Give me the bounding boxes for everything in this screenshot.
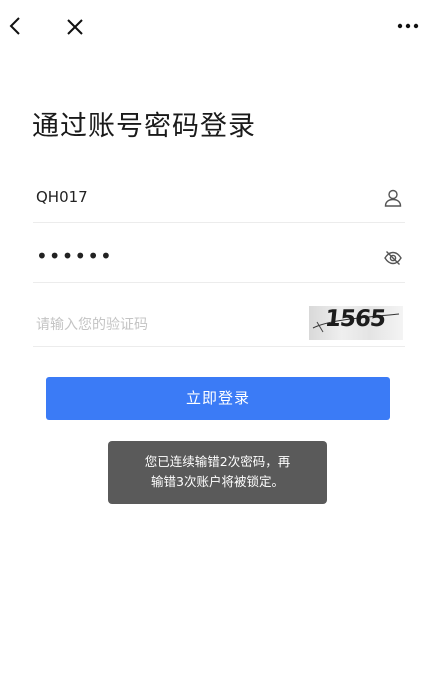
more-button[interactable] bbox=[396, 18, 422, 34]
login-button[interactable]: 立即登录 bbox=[46, 377, 390, 420]
user-icon bbox=[384, 189, 402, 207]
password-value: •••••• bbox=[36, 244, 113, 268]
back-button[interactable] bbox=[6, 14, 26, 38]
username-field[interactable]: QH017 bbox=[33, 176, 405, 223]
captcha-code: 1565 bbox=[323, 306, 387, 332]
captcha-field[interactable]: 请输入您的验证码 1565 bbox=[33, 300, 405, 347]
toast-line-2: 输错3次账户将被锁定。 bbox=[151, 474, 284, 489]
more-horizontal-icon bbox=[397, 23, 419, 29]
close-icon bbox=[67, 19, 83, 35]
toast-line-1: 您已连续输错2次密码，再 bbox=[144, 454, 291, 469]
password-field[interactable]: •••••• bbox=[33, 236, 405, 283]
eye-slash-icon[interactable] bbox=[383, 248, 403, 268]
page-title: 通过账号密码登录 bbox=[32, 111, 256, 142]
captcha-image[interactable]: 1565 bbox=[309, 306, 403, 340]
login-page: 通过账号密码登录 QH017 •••••• 请输入您的验证码 1565 立即登录 bbox=[0, 0, 434, 695]
close-button[interactable] bbox=[64, 16, 86, 38]
error-toast: 您已连续输错2次密码，再 输错3次账户将被锁定。 bbox=[108, 441, 327, 504]
chevron-left-icon bbox=[9, 17, 20, 35]
username-value: QH017 bbox=[36, 188, 88, 206]
captcha-placeholder: 请输入您的验证码 bbox=[36, 317, 148, 333]
